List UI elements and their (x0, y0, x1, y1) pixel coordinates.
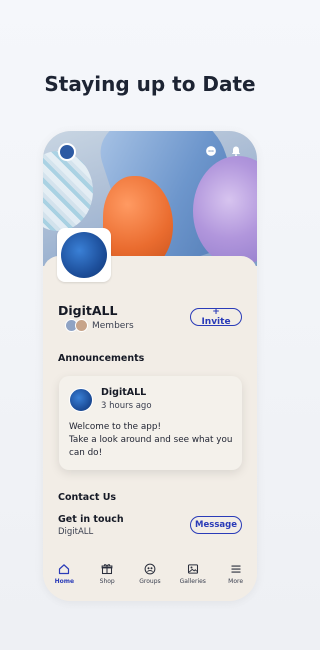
announcements-title: Announcements (58, 353, 145, 364)
nav-more[interactable]: More (216, 563, 256, 585)
nav-shop[interactable]: Shop (87, 563, 127, 585)
contact-title: Contact Us (58, 492, 117, 503)
contact-subtitle: DigitALL (58, 527, 94, 537)
profile-avatar[interactable] (58, 143, 76, 161)
get-in-touch-label: Get in touch (58, 514, 124, 525)
post-time: 3 hours ago (101, 401, 152, 411)
groups-icon (144, 563, 156, 575)
chat-icon[interactable] (204, 144, 218, 158)
home-icon (59, 564, 70, 575)
author-avatar (69, 388, 93, 412)
message-button[interactable]: Message (190, 516, 242, 534)
group-name: DigitALL (58, 303, 118, 318)
members-label: Members (92, 320, 134, 331)
bell-icon[interactable] (229, 144, 243, 158)
post-body: Welcome to the app! Take a look around a… (69, 422, 233, 458)
member-avatar (75, 319, 88, 332)
gift-icon (101, 564, 113, 575)
globe-logo-icon (61, 232, 107, 278)
nav-groups[interactable]: Groups (130, 563, 170, 585)
phone-screen: DigitALL Members + Invite Announcements … (43, 131, 257, 601)
menu-icon (231, 565, 241, 573)
invite-button[interactable]: + Invite (190, 307, 242, 327)
announcement-card[interactable]: DigitALL 3 hours ago Welcome to the app!… (59, 376, 242, 470)
image-icon (187, 564, 198, 574)
nav-galleries[interactable]: Galleries (173, 563, 213, 585)
nav-home[interactable]: Home (44, 563, 84, 585)
members-link[interactable]: Members (65, 319, 134, 332)
page-headline: Staying up to Date (44, 72, 256, 96)
post-author: DigitALL (101, 387, 147, 398)
group-logo (57, 228, 111, 282)
bottom-nav: Home Shop Groups Galleries More (43, 563, 257, 593)
